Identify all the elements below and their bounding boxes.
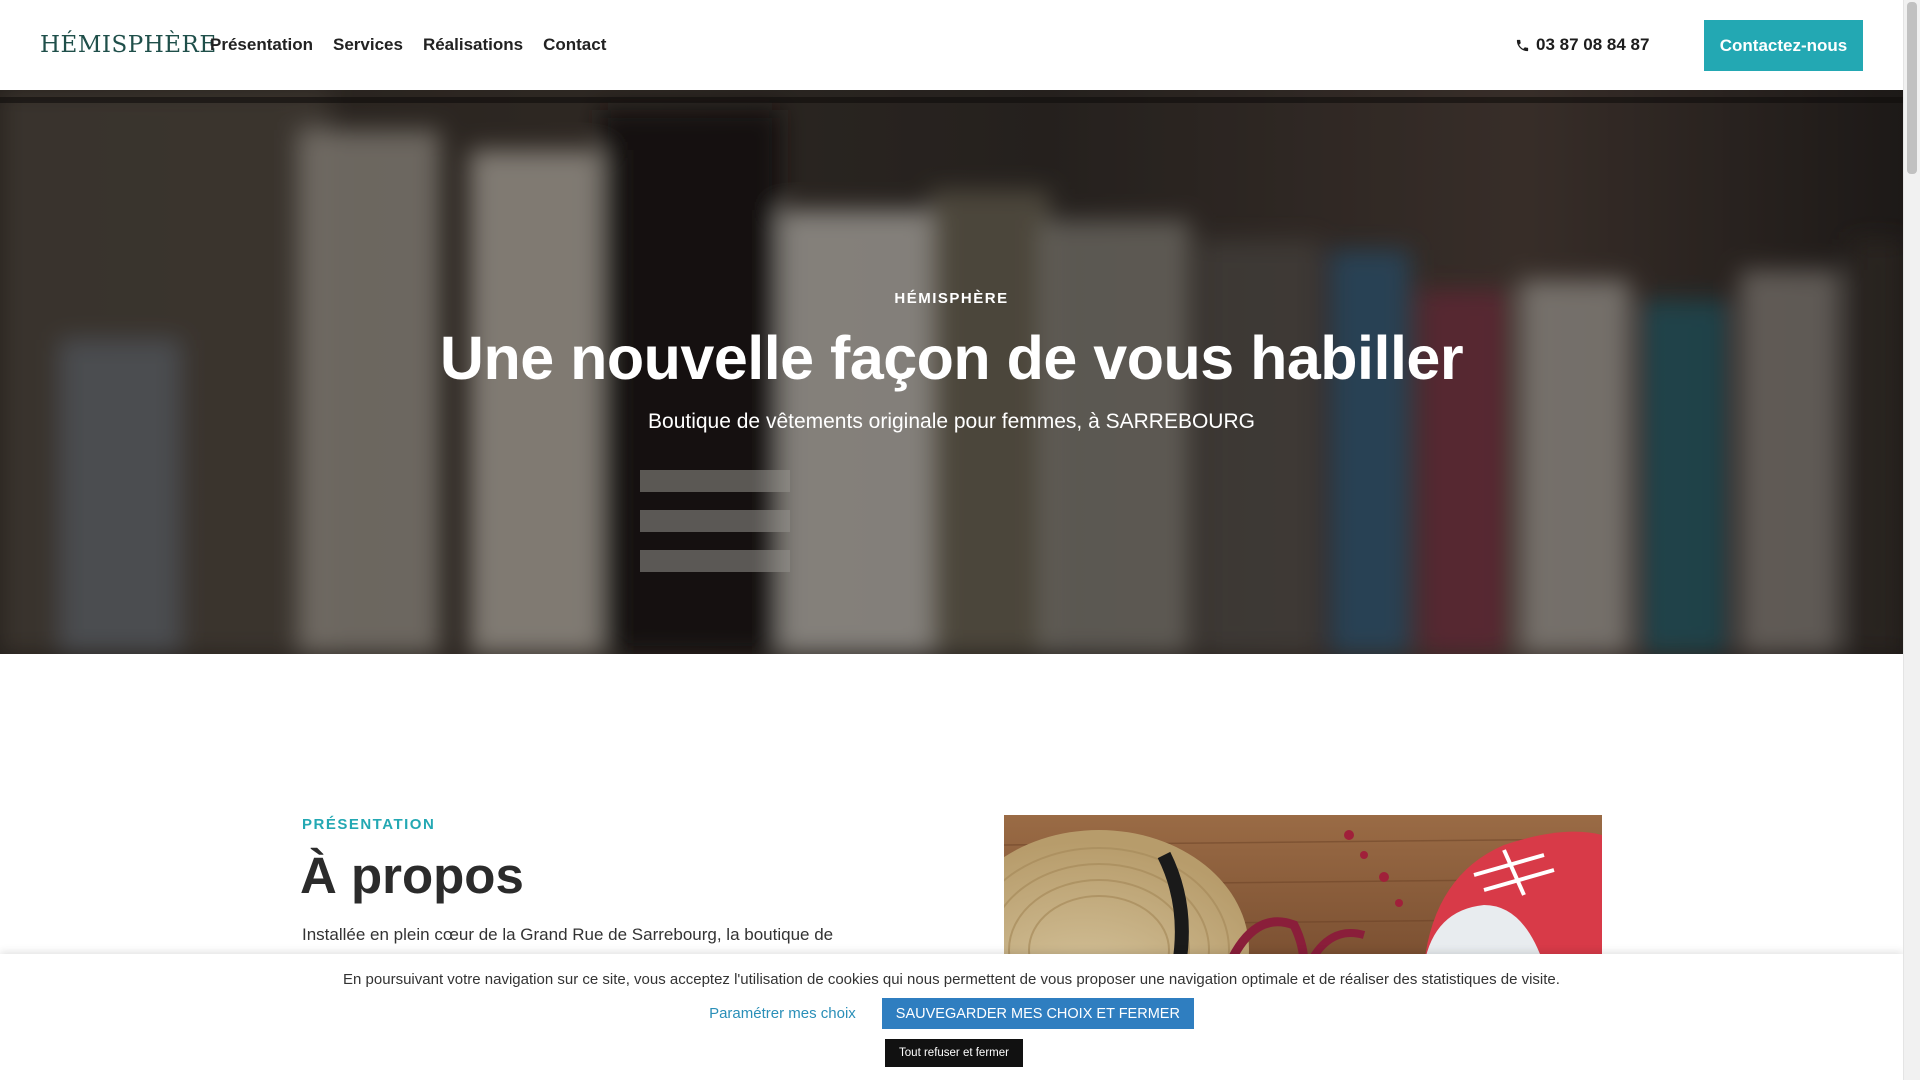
section-title: À propos: [300, 847, 524, 904]
phone-icon: [1515, 38, 1530, 53]
cookie-text: En poursuivant votre navigation sur ce s…: [343, 971, 1560, 988]
cookie-save-button[interactable]: SAUVEGARDER MES CHOIX ET FERMER: [881, 998, 1194, 1029]
phone-number: 03 87 08 84 87: [1536, 35, 1650, 54]
nav-item-services[interactable]: Services: [333, 35, 403, 55]
scrollbar-thumb[interactable]: [1907, 2, 1917, 174]
nav-item-realisations[interactable]: Réalisations: [423, 35, 523, 55]
cookie-actions: Paramétrer mes choix SAUVEGARDER MES CHO…: [0, 998, 1903, 1029]
hero-content: HÉMISPHÈRE Une nouvelle façon de vous ha…: [0, 290, 1903, 434]
page-scrollbar[interactable]: [1903, 0, 1920, 1080]
hero-eyebrow: HÉMISPHÈRE: [894, 290, 1009, 307]
hero-section: HÉMISPHÈRE Une nouvelle façon de vous ha…: [0, 90, 1903, 654]
nav-item-contact[interactable]: Contact: [543, 35, 606, 55]
site-header: HÉMISPHÈRE Présentation Services Réalisa…: [0, 0, 1903, 90]
phone-link[interactable]: 03 87 08 84 87: [1515, 0, 1649, 90]
cookie-refuse-button[interactable]: Tout refuser et fermer: [885, 1039, 1023, 1067]
hero-subtitle: Boutique de vêtements originale pour fem…: [648, 410, 1255, 434]
cookie-settings-link[interactable]: Paramétrer mes choix: [709, 1005, 856, 1022]
contact-button[interactable]: Contactez-nous: [1704, 20, 1863, 71]
cookie-banner: En poursuivant votre navigation sur ce s…: [0, 954, 1903, 1080]
section-eyebrow: PRÉSENTATION: [302, 816, 436, 833]
main-nav: Présentation Services Réalisations Conta…: [210, 0, 606, 90]
presentation-image: [1004, 815, 1602, 965]
hero-title: Une nouvelle façon de vous habiller: [439, 324, 1464, 392]
nav-item-presentation[interactable]: Présentation: [210, 35, 313, 55]
site-logo[interactable]: HÉMISPHÈRE: [40, 32, 217, 58]
section-text: Installée en plein cœur de la Grand Rue …: [302, 925, 834, 944]
